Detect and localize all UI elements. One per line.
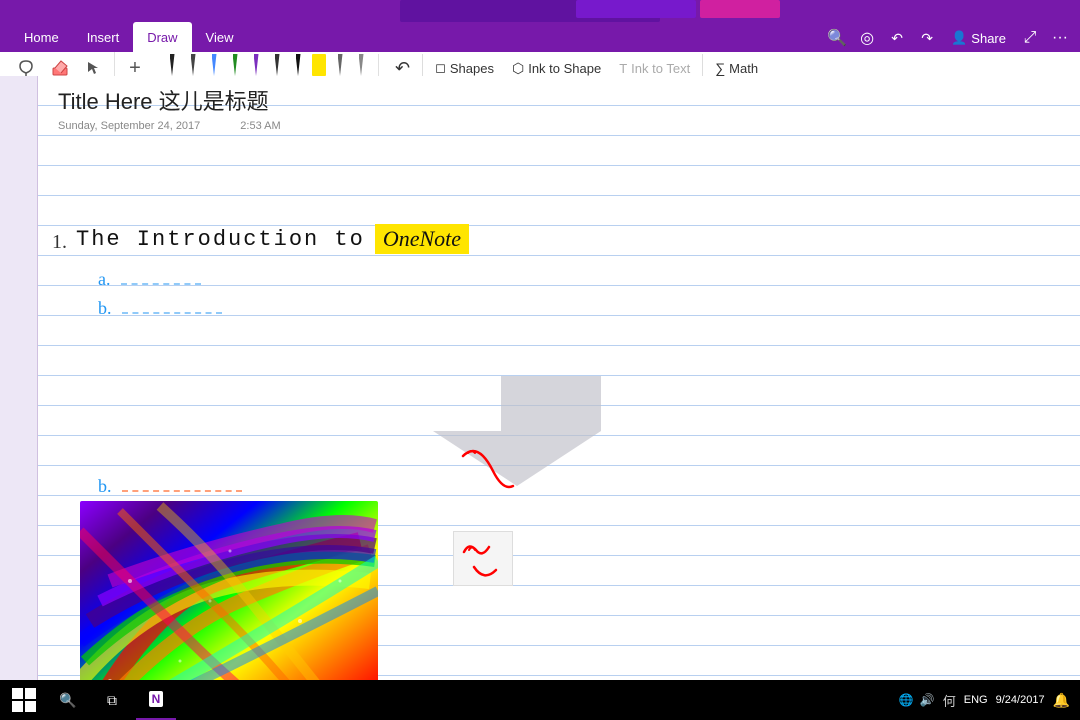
location-btn[interactable]: ◎ — [853, 24, 881, 52]
eraser-icon — [50, 58, 70, 78]
more-options-btn[interactable]: ··· — [1046, 24, 1074, 52]
volume-icon: 🔊 — [920, 693, 935, 707]
tab-home[interactable]: Home — [10, 22, 73, 52]
logo-area: 何 — [943, 691, 956, 710]
ribbon-tabs: Home Insert Draw View 🔍 ◎ ↶ ↷ 👤 Share ⤢ … — [0, 22, 1080, 52]
tab-insert[interactable]: Insert — [73, 22, 134, 52]
redo-btn-top[interactable]: ↷ — [913, 24, 941, 52]
windows-logo-icon — [12, 688, 36, 712]
search-btn[interactable]: 🔍 — [823, 24, 851, 52]
taskbar-taskview-btn[interactable]: ⧉ — [92, 680, 132, 720]
smiley-box-1 — [453, 531, 513, 586]
language-indicator: 何 ENG — [943, 691, 988, 710]
ink-shape-icon: ⬡ — [512, 60, 524, 77]
page-date: Sunday, September 24, 2017 2:53 AM — [58, 120, 281, 132]
clock-date: 9/24/2017 — [996, 693, 1045, 707]
taskbar-onenote-btn[interactable]: N — [136, 680, 176, 720]
number-label: 1. — [52, 231, 67, 254]
taskbar: 🔍 ⧉ N 🌐 🔊 何 ENG 9/24/2017 🔔 — [0, 680, 1080, 720]
red-squiggle-1 — [453, 441, 533, 501]
page-title[interactable]: Title Here 这儿是标题 — [58, 84, 281, 116]
tab-draw[interactable]: Draw — [133, 22, 191, 52]
top-pill-buttons — [576, 0, 780, 18]
time-text: 2:53 AM — [240, 120, 280, 132]
share-btn[interactable]: 👤 Share — [943, 27, 1014, 49]
system-tray-icons: 🌐 🔊 — [899, 693, 935, 707]
red-drawing-1 — [453, 441, 533, 506]
rainbow-image — [80, 501, 378, 680]
main-content: Title Here 这儿是标题 Sunday, September 24, 2… — [0, 76, 1080, 680]
taskbar-right: 🌐 🔊 何 ENG 9/24/2017 🔔 — [899, 691, 1080, 710]
ribbon: Home Insert Draw View 🔍 ◎ ↶ ↷ 👤 Share ⤢ … — [0, 22, 1080, 76]
notification-btn[interactable]: 🔔 — [1053, 692, 1070, 709]
math-icon: ∑ — [715, 60, 725, 76]
pink-pill-btn[interactable] — [700, 0, 780, 18]
language-text: 何 ENG — [943, 691, 988, 710]
rainbow-svg — [80, 501, 378, 680]
taskbar-search-btn[interactable]: 🔍 — [48, 680, 88, 720]
titlebar — [0, 0, 1080, 22]
lasso-icon — [16, 58, 36, 78]
network-icon: 🌐 — [899, 693, 914, 707]
tab-view[interactable]: View — [192, 22, 248, 52]
red-check-1 — [454, 532, 514, 587]
sub-item-a: a. — [98, 269, 201, 290]
ink-text-icon: T — [619, 61, 627, 76]
date-text: Sunday, September 24, 2017 — [58, 120, 200, 132]
shapes-icon: ◻ — [435, 60, 446, 76]
sub-item-b: b. — [98, 298, 222, 319]
page-header: Title Here 这儿是标题 Sunday, September 24, 2… — [58, 84, 281, 132]
taskbar-clock: 9/24/2017 — [996, 693, 1045, 707]
content-area[interactable]: Title Here 这儿是标题 Sunday, September 24, 2… — [38, 76, 1080, 680]
sub-item-b2: b. — [98, 476, 242, 497]
purple-pill-btn[interactable] — [576, 0, 696, 18]
left-sidebar — [0, 76, 38, 680]
person-icon: 👤 — [951, 30, 967, 46]
fullscreen-btn[interactable]: ⤢ — [1016, 24, 1044, 52]
intro-text: The Introduction to — [76, 227, 365, 252]
intro-line: The Introduction to OneNote — [76, 224, 469, 254]
select-icon — [84, 58, 104, 78]
taskbar-left: 🔍 ⧉ N — [0, 680, 176, 720]
undo-btn-top[interactable]: ↶ — [883, 24, 911, 52]
onenote-highlight: OneNote — [375, 224, 469, 254]
windows-start-btn[interactable] — [4, 680, 44, 720]
